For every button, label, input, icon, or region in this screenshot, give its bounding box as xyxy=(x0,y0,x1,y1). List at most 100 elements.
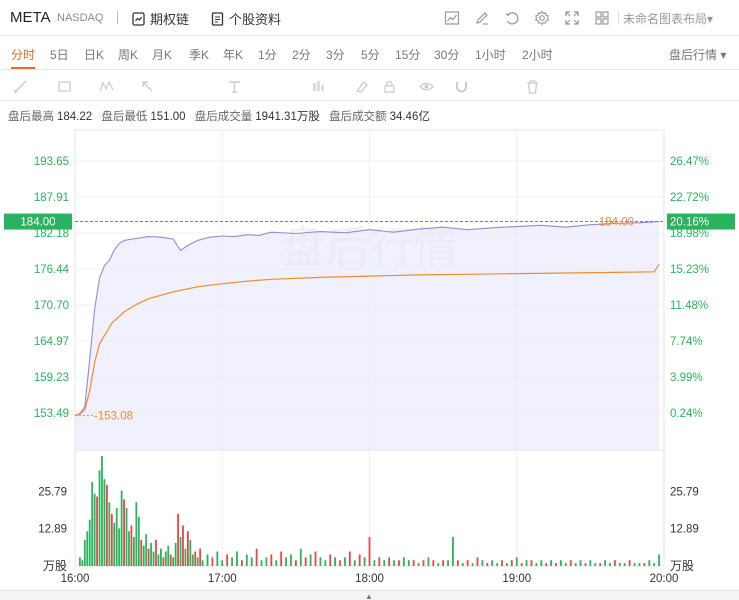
volume-bar xyxy=(196,557,199,566)
volume-bar xyxy=(422,560,425,566)
session-menu[interactable]: 盘后行情 ▾ xyxy=(669,46,726,63)
period-tab-5[interactable]: 季K xyxy=(189,46,209,63)
volume-bar xyxy=(486,563,489,566)
volume-bar xyxy=(130,525,133,566)
period-tab-6[interactable]: 年K xyxy=(223,46,243,63)
period-tab-1[interactable]: 5日 xyxy=(50,46,69,63)
volume-bar xyxy=(152,551,155,566)
y-tick-label: 153.49 xyxy=(34,408,69,420)
volume-bar xyxy=(373,560,376,566)
chart-type-icon[interactable] xyxy=(441,8,463,28)
volume-bar xyxy=(461,563,464,566)
volume-unit-label: 万股 xyxy=(43,559,67,573)
arrow-icon[interactable] xyxy=(138,78,156,94)
options-chain-button[interactable]: 期权链 xyxy=(132,9,189,28)
volume-tick-label: 12.89 xyxy=(38,524,67,536)
volume-bar xyxy=(231,557,233,566)
volume-bar xyxy=(564,563,567,566)
period-tab-8[interactable]: 2分 xyxy=(292,46,311,63)
trend-line-icon[interactable] xyxy=(11,78,29,94)
volume-bar xyxy=(162,557,165,566)
chevron-down-icon: ▾ xyxy=(707,12,714,26)
intraday-chart[interactable]: 16:00 17:00 18:00 19:00 20:00 193.65 26.47% 187… xyxy=(0,122,739,590)
volume-tick-label-right: 25.79 xyxy=(670,486,699,498)
volume-bar xyxy=(658,554,660,566)
volume-bar xyxy=(79,557,81,566)
y-pct-label: 18.98% xyxy=(670,228,709,240)
volume-bar xyxy=(407,560,410,566)
volume-bar xyxy=(304,557,307,566)
period-tabs: 盘后行情 ▾ 分时 5日 日K 周K 月K 季K 年K 1分 2分 3分 5分 15分 30分 1小时 2小… xyxy=(0,36,739,70)
volume-bar xyxy=(88,519,91,566)
undo-icon[interactable] xyxy=(501,8,523,28)
pattern-icon[interactable] xyxy=(97,78,115,94)
volume-bar xyxy=(363,557,366,566)
exchange-label: NASDAQ xyxy=(57,12,104,24)
volume-bar xyxy=(309,554,312,566)
period-tab-3[interactable]: 周K xyxy=(118,46,138,63)
volume-bar xyxy=(172,557,175,566)
volume-bar xyxy=(402,557,405,566)
fullscreen-icon[interactable] xyxy=(561,8,583,28)
volume-bar xyxy=(140,539,143,566)
eye-icon[interactable] xyxy=(417,78,435,94)
stock-info-button[interactable]: 个股资料 xyxy=(211,9,281,28)
period-tab-7[interactable]: 1分 xyxy=(258,46,277,63)
volume-bar xyxy=(569,560,572,566)
settings-icon[interactable] xyxy=(531,8,553,28)
volume-bar xyxy=(344,557,346,566)
drawing-toolbar xyxy=(0,71,739,101)
period-tab-9[interactable]: 3分 xyxy=(326,46,345,63)
volume-bar xyxy=(270,554,273,566)
period-tab-4[interactable]: 月K xyxy=(152,46,172,63)
period-tab-10[interactable]: 5分 xyxy=(361,46,380,63)
period-tab-11[interactable]: 15分 xyxy=(395,46,420,63)
period-tab-0[interactable]: 分时 xyxy=(11,46,36,69)
trash-icon[interactable] xyxy=(523,78,541,94)
period-tab-13[interactable]: 1小时 xyxy=(475,46,506,63)
volume-bar xyxy=(137,516,140,566)
resize-handle[interactable]: ▲ xyxy=(0,590,739,600)
volume-bar xyxy=(201,560,204,566)
volume-tick-label-right: 12.89 xyxy=(670,524,699,536)
volume-bar xyxy=(236,551,238,566)
eraser-icon[interactable] xyxy=(352,78,370,94)
measure-icon[interactable] xyxy=(309,78,327,94)
volume-bar xyxy=(550,560,553,566)
text-icon[interactable] xyxy=(225,78,243,94)
lock-icon[interactable] xyxy=(380,78,398,94)
current-pct-badge-label: 20.16% xyxy=(670,217,709,229)
period-tab-14[interactable]: 2小时 xyxy=(522,46,553,63)
volume-bar xyxy=(101,455,103,566)
volume-bar xyxy=(515,557,518,566)
volume-bar xyxy=(164,551,167,566)
volume-bar xyxy=(167,545,170,566)
rectangle-icon[interactable] xyxy=(55,78,73,94)
document-icon xyxy=(211,11,224,26)
period-tab-2[interactable]: 日K xyxy=(84,46,104,63)
layout-selector[interactable]: 未命名图表布局▾ xyxy=(623,10,713,27)
draw-icon[interactable] xyxy=(471,8,493,28)
volume-bar xyxy=(98,470,101,566)
y-pct-label: 15.23% xyxy=(670,264,709,276)
volume-unit-label-right: 万股 xyxy=(670,559,694,573)
volume-bar xyxy=(280,551,283,566)
volume-bar xyxy=(378,557,381,566)
volume-bar xyxy=(113,522,116,566)
period-tab-12[interactable]: 30分 xyxy=(434,46,459,63)
volume-bar xyxy=(83,539,86,566)
volume-bar xyxy=(265,557,268,566)
volume-bar xyxy=(86,531,89,566)
volume-bar xyxy=(285,557,287,566)
x-tick-label: 20:00 xyxy=(650,573,679,585)
volume-bar xyxy=(299,548,302,566)
volume-bar xyxy=(179,537,182,566)
magnet-icon[interactable] xyxy=(452,78,470,94)
volume-bar xyxy=(147,548,150,566)
volume-bar xyxy=(159,548,162,566)
volume-bar xyxy=(618,563,621,566)
volume-bar xyxy=(535,563,538,566)
volume-bar xyxy=(339,560,341,566)
volume-bar xyxy=(108,502,111,566)
grid-layout-icon[interactable] xyxy=(591,8,613,28)
